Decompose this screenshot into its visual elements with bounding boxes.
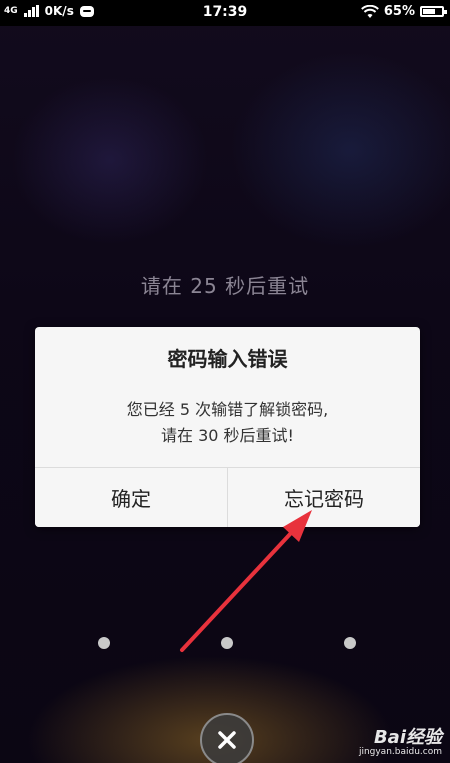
- watermark-url: jingyan.baidu.com: [358, 747, 442, 757]
- battery-icon: [420, 6, 447, 17]
- dialog-message-line1: 您已经 5 次输错了解锁密码,: [126, 400, 329, 419]
- close-button[interactable]: [200, 713, 254, 763]
- watermark-brand: Bai经验: [373, 727, 442, 748]
- close-icon: [218, 731, 236, 749]
- dialog-button-bar: 确定 忘记密码: [35, 467, 420, 527]
- error-dialog: 密码输入错误 您已经 5 次输错了解锁密码, 请在 30 秒后重试! 确定 忘记…: [35, 327, 420, 527]
- lock-screen: 4G 0K/s 17:39 65% 请在 25 秒后重试 密码输入错误 您已经 …: [0, 0, 450, 763]
- battery-percent: 65%: [383, 4, 415, 19]
- baidu-watermark: Bai经验 jingyan.baidu.com: [359, 723, 442, 757]
- confirm-button[interactable]: 确定: [35, 468, 227, 527]
- battery-fill: [423, 9, 435, 14]
- status-right: 65%: [360, 4, 447, 19]
- page-dot: [98, 637, 110, 649]
- page-dot: [344, 637, 356, 649]
- retry-hint: 请在 25 秒后重试: [140, 274, 310, 298]
- status-bar: 4G 0K/s 17:39 65%: [0, 0, 450, 26]
- dialog-title: 密码输入错误: [167, 347, 288, 371]
- dialog-message-line2: 请在 30 秒后重试!: [161, 426, 294, 445]
- page-dot: [221, 637, 233, 649]
- wifi-icon: [360, 4, 379, 18]
- dialog-message: 您已经 5 次输错了解锁密码, 请在 30 秒后重试!: [35, 397, 420, 449]
- forgot-password-button[interactable]: 忘记密码: [227, 468, 420, 527]
